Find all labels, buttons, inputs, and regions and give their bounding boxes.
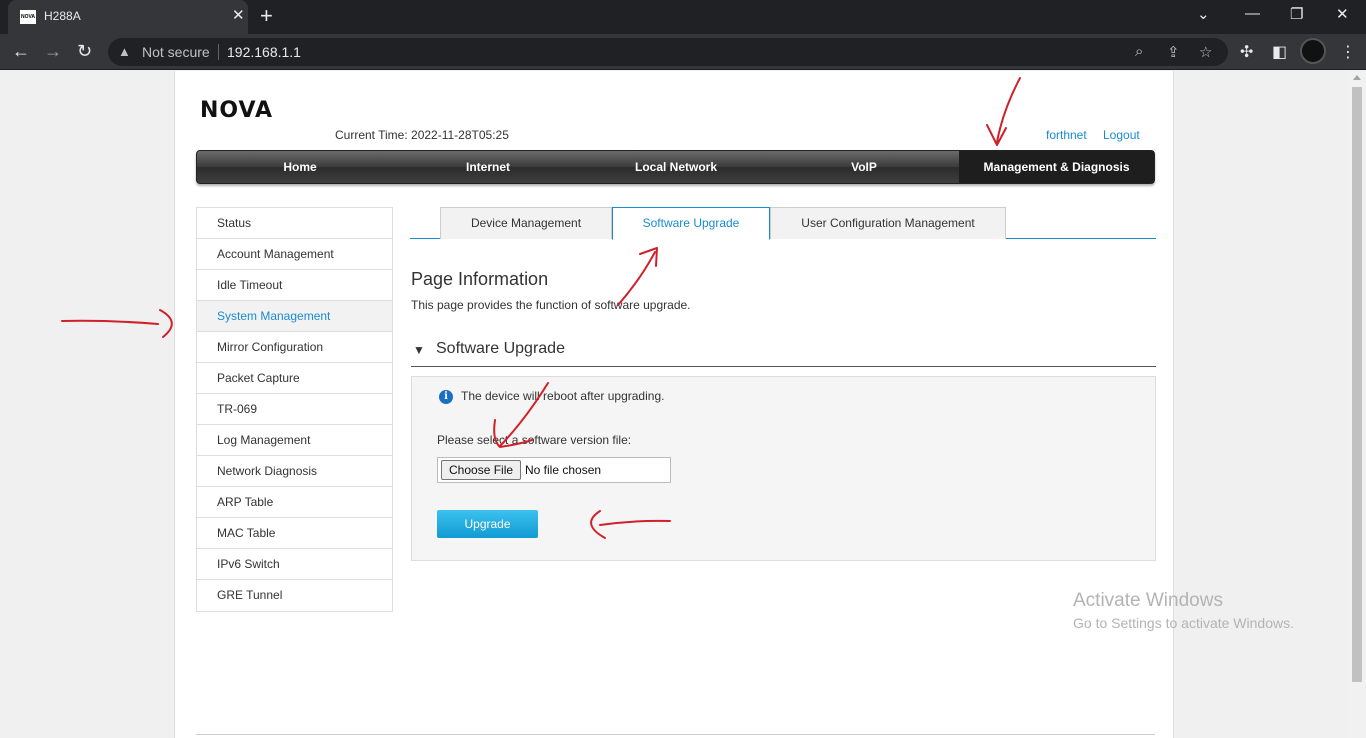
- page-description: This page provides the function of softw…: [411, 298, 691, 312]
- activate-windows-subtitle: Go to Settings to activate Windows.: [1073, 615, 1294, 631]
- sub-tabs: Device Management Software Upgrade User …: [410, 207, 1156, 240]
- side-item-network-diagnosis[interactable]: Network Diagnosis: [197, 456, 392, 487]
- side-item-mac-table[interactable]: MAC Table: [197, 518, 392, 549]
- side-item-gre-tunnel[interactable]: GRE Tunnel: [197, 580, 392, 611]
- nova-favicon-icon: NOVA: [20, 10, 36, 24]
- omnibox-divider: [218, 44, 219, 60]
- nova-logo: NOVA: [200, 98, 274, 123]
- bookmark-star-icon[interactable]: ☆: [1199, 43, 1212, 61]
- current-time: Current Time: 2022-11-28T05:25: [335, 128, 509, 142]
- reboot-notice: The device will reboot after upgrading.: [461, 389, 665, 403]
- software-upgrade-panel: i The device will reboot after upgrading…: [411, 376, 1156, 561]
- security-label[interactable]: Not secure: [142, 44, 210, 60]
- search-icon[interactable]: ⌕: [1135, 43, 1143, 60]
- forward-icon[interactable]: →: [44, 41, 62, 61]
- new-tab-icon[interactable]: +: [260, 5, 273, 27]
- back-icon[interactable]: ←: [12, 41, 30, 61]
- side-item-status[interactable]: Status: [197, 208, 392, 239]
- url-text[interactable]: 192.168.1.1: [227, 44, 301, 60]
- upgrade-button[interactable]: Upgrade: [437, 510, 538, 538]
- browser-tabstrip: NOVA H288A ✕ + ⌄ — ❐ ✕: [0, 0, 1366, 34]
- side-item-log-management[interactable]: Log Management: [197, 425, 392, 456]
- user-link[interactable]: forthnet: [1046, 128, 1087, 142]
- extensions-puzzle-icon[interactable]: ✣: [1240, 42, 1253, 62]
- side-item-tr-069[interactable]: TR-069: [197, 394, 392, 425]
- page-viewport: NOVA Current Time: 2022-11-28T05:25 fort…: [0, 71, 1349, 738]
- side-item-mirror-configuration[interactable]: Mirror Configuration: [197, 332, 392, 363]
- tab-title: H288A: [44, 9, 81, 23]
- close-tab-icon[interactable]: ✕: [232, 7, 245, 25]
- side-item-arp-table[interactable]: ARP Table: [197, 487, 392, 518]
- address-bar[interactable]: ▲ Not secure 192.168.1.1 ⌕ ⇪ ☆: [108, 38, 1228, 66]
- nav-local-network[interactable]: Local Network: [573, 151, 779, 183]
- scroll-up-arrow-icon[interactable]: [1353, 75, 1361, 80]
- footer-divider: [196, 734, 1155, 735]
- activate-windows-title: Activate Windows: [1073, 590, 1223, 611]
- collapse-triangle-icon[interactable]: ▼: [413, 343, 425, 357]
- file-select-label: Please select a software version file:: [437, 433, 632, 447]
- side-item-packet-capture[interactable]: Packet Capture: [197, 363, 392, 394]
- close-window-icon[interactable]: ✕: [1336, 5, 1349, 23]
- tab-device-management[interactable]: Device Management: [440, 207, 612, 239]
- minimize-icon[interactable]: —: [1245, 5, 1260, 22]
- side-item-ipv6-switch[interactable]: IPv6 Switch: [197, 549, 392, 580]
- browser-tab[interactable]: NOVA H288A ✕: [8, 0, 248, 34]
- section-title: Software Upgrade: [436, 340, 565, 357]
- profile-avatar[interactable]: [1300, 38, 1326, 64]
- tab-user-configuration-management[interactable]: User Configuration Management: [770, 207, 1006, 239]
- side-item-system-management[interactable]: System Management: [197, 301, 392, 332]
- section-header[interactable]: ▼ Software Upgrade: [411, 338, 1156, 367]
- share-icon[interactable]: ⇪: [1167, 43, 1180, 61]
- side-item-idle-timeout[interactable]: Idle Timeout: [197, 270, 392, 301]
- nav-management-diagnosis[interactable]: Management & Diagnosis: [959, 151, 1154, 183]
- page-scrollbar[interactable]: [1349, 71, 1366, 738]
- browser-toolbar: ← → ↻ ▲ Not secure 192.168.1.1 ⌕ ⇪ ☆ ✣ ◧…: [0, 34, 1366, 70]
- router-page: NOVA Current Time: 2022-11-28T05:25 fort…: [174, 71, 1174, 738]
- page-title: Page Information: [411, 269, 549, 289]
- menu-kebab-icon[interactable]: ⋮: [1340, 42, 1356, 62]
- restore-icon[interactable]: ❐: [1290, 5, 1303, 23]
- choose-file-button[interactable]: Choose File: [441, 460, 522, 480]
- main-nav: Home Internet Local Network VoIP Managem…: [196, 150, 1155, 184]
- file-status: No file chosen: [525, 463, 602, 477]
- warning-icon[interactable]: ▲: [118, 44, 131, 59]
- scroll-thumb[interactable]: [1352, 87, 1362, 682]
- info-icon: i: [439, 390, 453, 404]
- tab-search-chevron-icon[interactable]: ⌄: [1197, 5, 1210, 23]
- side-item-account-management[interactable]: Account Management: [197, 239, 392, 270]
- reload-icon[interactable]: ↻: [77, 41, 92, 61]
- nav-voip[interactable]: VoIP: [779, 151, 949, 183]
- file-input[interactable]: Choose File No file chosen: [437, 457, 671, 483]
- nav-home[interactable]: Home: [197, 151, 403, 183]
- tab-software-upgrade[interactable]: Software Upgrade: [612, 207, 770, 240]
- nav-internet[interactable]: Internet: [403, 151, 573, 183]
- side-panel-icon[interactable]: ◧: [1272, 42, 1287, 62]
- logout-link[interactable]: Logout: [1103, 128, 1140, 142]
- side-menu: Status Account Management Idle Timeout S…: [196, 207, 393, 612]
